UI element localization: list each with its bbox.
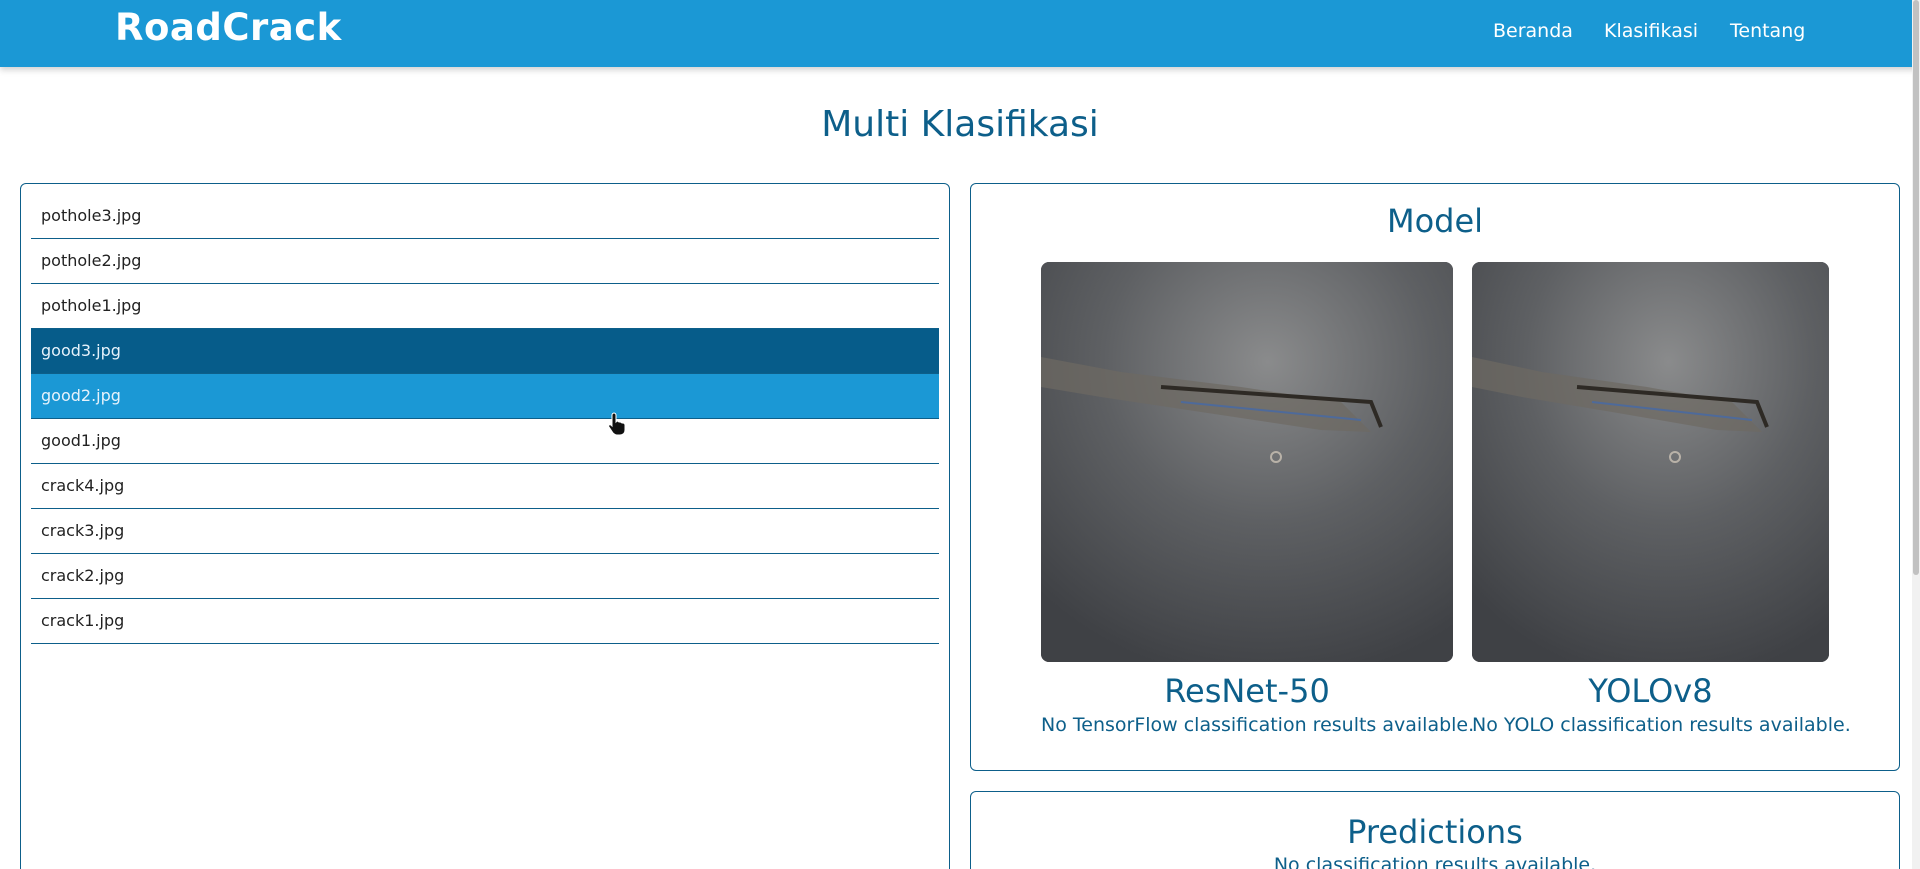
file-item-crack3[interactable]: crack3.jpg xyxy=(31,509,939,554)
hand-cursor-icon xyxy=(608,412,626,436)
file-item-good2[interactable]: good2.jpg xyxy=(31,374,939,419)
page-title: Multi Klasifikasi xyxy=(821,104,1099,145)
predictions-title: Predictions xyxy=(1347,813,1523,851)
predictions-text: No classification results available. xyxy=(1273,854,1597,869)
file-list-panel: pothole3.jpg pothole2.jpg pothole1.jpg g… xyxy=(20,183,950,869)
model-yolo: YOLOv8 No YOLO classification results av… xyxy=(1472,262,1851,736)
navbar: RoadCrack Beranda Klasifikasi Tentang xyxy=(0,0,1920,67)
nav-klasifikasi[interactable]: Klasifikasi xyxy=(1604,20,1698,42)
roadcrack-logo[interactable]: RoadCrack xyxy=(115,6,342,49)
file-item-pothole3[interactable]: pothole3.jpg xyxy=(31,194,939,239)
file-item-good1[interactable]: good1.jpg xyxy=(31,419,939,464)
yolo-image xyxy=(1472,262,1829,662)
file-item-good3[interactable]: good3.jpg xyxy=(31,329,939,374)
model-resnet: ResNet-50 No TensorFlow classification r… xyxy=(1041,262,1475,736)
resnet-result: No TensorFlow classification results ava… xyxy=(1041,714,1475,736)
yolo-result: No YOLO classification results available… xyxy=(1472,714,1851,736)
file-item-pothole1[interactable]: pothole1.jpg xyxy=(31,284,939,329)
file-item-crack1[interactable]: crack1.jpg xyxy=(31,599,939,644)
file-list: pothole3.jpg pothole2.jpg pothole1.jpg g… xyxy=(31,194,939,644)
file-item-crack4[interactable]: crack4.jpg xyxy=(31,464,939,509)
model-title: Model xyxy=(1386,202,1484,240)
file-item-pothole2[interactable]: pothole2.jpg xyxy=(31,239,939,284)
nav-tentang[interactable]: Tentang xyxy=(1730,20,1805,42)
predictions-panel: Predictions No classification results av… xyxy=(970,791,1900,869)
nav-beranda[interactable]: Beranda xyxy=(1493,20,1573,42)
model-panel: Model ResNet-50 No TensorFlow classifica xyxy=(970,183,1900,771)
resnet-name: ResNet-50 xyxy=(1164,672,1330,710)
resnet-image xyxy=(1041,262,1453,662)
yolo-name: YOLOv8 xyxy=(1588,672,1713,710)
scrollbar-thumb[interactable] xyxy=(1913,0,1919,575)
file-item-crack2[interactable]: crack2.jpg xyxy=(31,554,939,599)
